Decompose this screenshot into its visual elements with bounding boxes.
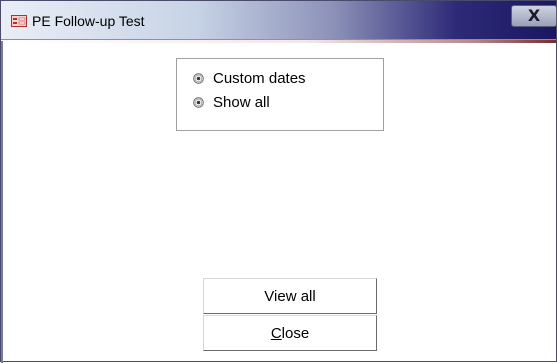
option-custom-dates[interactable]: Custom dates <box>193 70 306 87</box>
close-button[interactable]: Close <box>203 315 377 351</box>
radio-label: Show all <box>213 94 270 111</box>
form-icon <box>11 15 27 27</box>
radio-icon[interactable] <box>193 97 204 108</box>
view-all-button[interactable]: View all <box>203 278 377 314</box>
button-label: Close <box>271 325 309 342</box>
close-window-button[interactable]: X <box>511 5 557 27</box>
option-show-all[interactable]: Show all <box>193 94 270 111</box>
window-border <box>1 41 3 363</box>
title-bar[interactable]: PE Follow-up Test X <box>1 1 557 43</box>
button-label-rest: lose <box>281 324 310 342</box>
close-icon: X <box>527 6 541 25</box>
radio-icon[interactable] <box>193 73 204 84</box>
window-title: PE Follow-up Test <box>32 13 145 29</box>
dialog-window: PE Follow-up Test X Custom dates Show al… <box>0 0 557 363</box>
button-label: View all <box>264 287 316 305</box>
radio-label: Custom dates <box>213 70 306 87</box>
mnemonic-letter: C <box>270 324 282 342</box>
